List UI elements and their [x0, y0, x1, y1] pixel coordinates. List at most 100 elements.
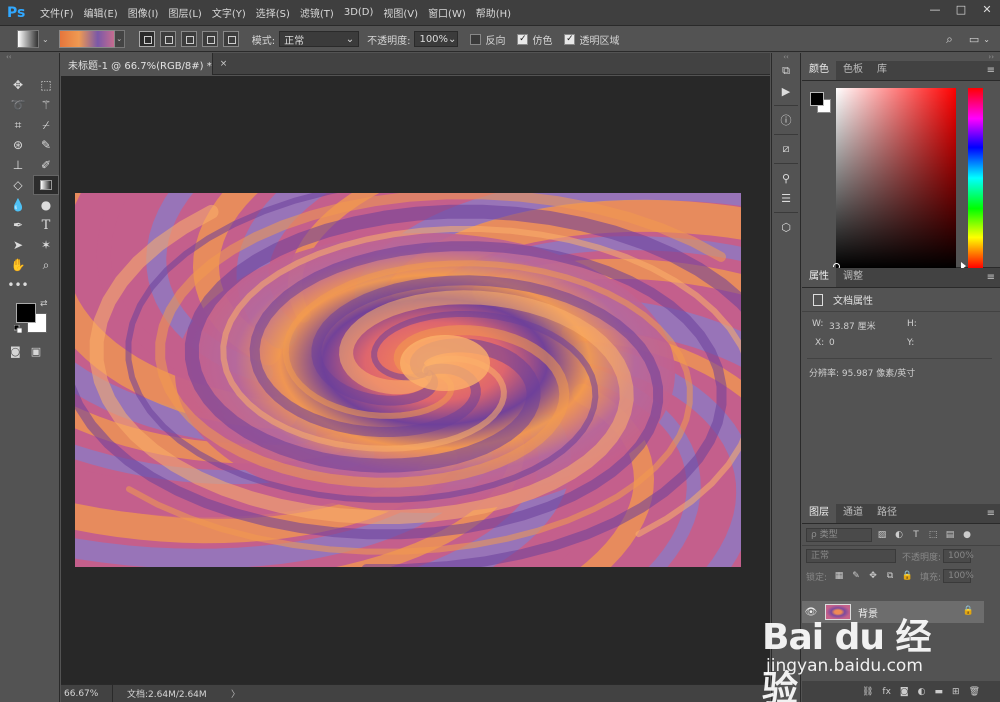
opacity-input[interactable]: 100% ⌄: [414, 31, 459, 47]
gradient-picker-chevron-icon[interactable]: ⌄: [114, 30, 125, 48]
lasso-icon[interactable]: ➰: [5, 95, 31, 115]
hue-slider[interactable]: [968, 88, 983, 268]
quick-mask-icon[interactable]: ◙: [10, 345, 21, 358]
magic-wand-icon[interactable]: ⚚: [33, 95, 59, 115]
mode-select[interactable]: 正常 ⌄: [279, 31, 360, 47]
document-canvas[interactable]: [75, 193, 741, 567]
panel-menu-icon[interactable]: ≡: [987, 65, 995, 76]
chevron-right-icon[interactable]: 〉: [231, 687, 240, 700]
actions-play-icon[interactable]: ▶: [772, 81, 800, 101]
artboard-icon[interactable]: ⧉: [883, 571, 897, 581]
eyedropper-icon[interactable]: ⌿: [33, 115, 59, 135]
filter-toggle-icon[interactable]: ●: [960, 530, 974, 540]
tab-channels[interactable]: 通道: [836, 503, 870, 523]
dither-checkbox[interactable]: ✓: [517, 33, 529, 45]
info-icon[interactable]: ⓘ: [772, 110, 800, 130]
document-tab[interactable]: 未标题-1 @ 66.7%(RGB/8#) * ×: [61, 53, 227, 75]
shape-filter-icon[interactable]: ⬚: [926, 530, 940, 540]
fill-input[interactable]: 100%: [943, 569, 974, 583]
more-tools-icon[interactable]: •••: [5, 275, 31, 295]
smart-object-filter-icon[interactable]: ▤: [943, 530, 957, 540]
menu-help[interactable]: 帮助(H): [476, 5, 511, 20]
reflected-gradient-button[interactable]: [201, 31, 218, 47]
pen-icon[interactable]: ✒: [5, 215, 31, 235]
tab-color[interactable]: 颜色: [802, 60, 836, 80]
menu-layer[interactable]: 图层(L): [168, 5, 201, 20]
reverse-checkbox[interactable]: [470, 33, 482, 45]
chevron-down-icon[interactable]: ⌄: [42, 35, 49, 44]
character-icon[interactable]: ⧄: [772, 139, 800, 159]
3d-cube-icon[interactable]: ⬡: [772, 217, 800, 237]
eraser-icon[interactable]: ◇: [5, 175, 31, 195]
lock-position-icon[interactable]: ✥: [866, 571, 880, 581]
panel-menu-icon[interactable]: ≡: [987, 508, 995, 519]
zoom-level[interactable]: 66.67%: [61, 684, 113, 702]
history-icon[interactable]: ⧉: [772, 61, 800, 81]
gradient-icon[interactable]: [33, 175, 59, 195]
brush-settings-icon[interactable]: ⚲: [772, 168, 800, 188]
adjustment-filter-icon[interactable]: ◐: [892, 530, 906, 540]
brush-icon[interactable]: ✎: [33, 135, 59, 155]
chevron-down-icon[interactable]: ⌄: [983, 35, 990, 44]
tab-libraries[interactable]: 库: [870, 60, 894, 80]
menu-filter[interactable]: 滤镜(T): [300, 5, 334, 20]
workspace-icon[interactable]: ▭: [969, 33, 979, 46]
move-icon[interactable]: ✥: [5, 75, 31, 95]
lock-image-icon[interactable]: ✎: [849, 571, 863, 581]
radial-gradient-button[interactable]: [159, 31, 176, 47]
default-colors-icon[interactable]: [14, 325, 22, 333]
history-brush-icon[interactable]: ✐: [33, 155, 59, 175]
zoom-icon[interactable]: ⌕: [33, 255, 59, 275]
blend-mode-select[interactable]: 正常: [806, 549, 896, 563]
angle-gradient-button[interactable]: [180, 31, 197, 47]
menu-image[interactable]: 图像(I): [128, 5, 159, 20]
collapse-arrows-icon[interactable]: ‹‹: [0, 53, 59, 61]
minimize-button[interactable]: —: [922, 0, 948, 18]
adjust-sliders-icon[interactable]: ☰: [772, 188, 800, 208]
tab-layers[interactable]: 图层: [802, 503, 836, 523]
menu-select[interactable]: 选择(S): [256, 5, 290, 20]
collapse-arrows-icon[interactable]: ‹‹: [772, 53, 800, 61]
tab-swatches[interactable]: 色板: [836, 60, 870, 80]
type-filter-icon[interactable]: T: [909, 530, 923, 540]
screen-mode-icon[interactable]: ▣: [31, 345, 41, 358]
type-icon[interactable]: T: [33, 215, 59, 235]
gradient-editor-swatch[interactable]: [58, 30, 115, 48]
menu-file[interactable]: 文件(F): [40, 5, 74, 20]
transparency-checkbox[interactable]: ✓: [564, 33, 576, 45]
tool-preset-picker[interactable]: [17, 30, 39, 48]
restore-button[interactable]: □: [948, 0, 974, 18]
dodge-icon[interactable]: ●: [33, 195, 59, 215]
path-select-icon[interactable]: ➤: [5, 235, 31, 255]
menu-view[interactable]: 视图(V): [383, 5, 418, 20]
marquee-icon[interactable]: ⬚: [33, 75, 59, 95]
foreground-color-swatch[interactable]: [16, 303, 36, 323]
menu-edit[interactable]: 编辑(E): [84, 5, 118, 20]
layer-opacity-input[interactable]: 100%: [943, 549, 974, 563]
crop-icon[interactable]: ⌗: [5, 115, 31, 135]
hand-icon[interactable]: ✋: [5, 255, 31, 275]
blur-icon[interactable]: 💧: [5, 195, 31, 215]
layer-kind-select[interactable]: ρ 类型: [806, 527, 872, 542]
clone-stamp-icon[interactable]: ⊥: [5, 155, 31, 175]
lock-all-icon[interactable]: 🔒: [900, 571, 914, 581]
tab-properties[interactable]: 属性: [802, 267, 836, 287]
panel-menu-icon[interactable]: ≡: [987, 272, 995, 283]
width-value[interactable]: 33.87 厘米: [829, 319, 876, 332]
tab-adjustments[interactable]: 调整: [836, 267, 870, 287]
trash-icon[interactable]: 🗑: [969, 687, 980, 697]
spot-healing-icon[interactable]: ⊛: [5, 135, 31, 155]
swap-colors-icon[interactable]: ⇄: [40, 299, 48, 309]
foreground-color-swatch[interactable]: [810, 92, 824, 106]
diamond-gradient-button[interactable]: [222, 31, 239, 47]
tab-paths[interactable]: 路径: [870, 503, 904, 523]
linear-gradient-button[interactable]: [138, 31, 155, 47]
lock-transparent-icon[interactable]: ▦: [832, 571, 846, 581]
menu-type[interactable]: 文字(Y): [212, 5, 246, 20]
shape-icon[interactable]: ✶: [33, 235, 59, 255]
menu-window[interactable]: 窗口(W): [428, 5, 466, 20]
close-icon[interactable]: ×: [220, 59, 228, 69]
pixel-filter-icon[interactable]: ▨: [875, 530, 889, 540]
search-icon[interactable]: ⌕: [946, 32, 953, 47]
color-field[interactable]: [836, 88, 956, 268]
